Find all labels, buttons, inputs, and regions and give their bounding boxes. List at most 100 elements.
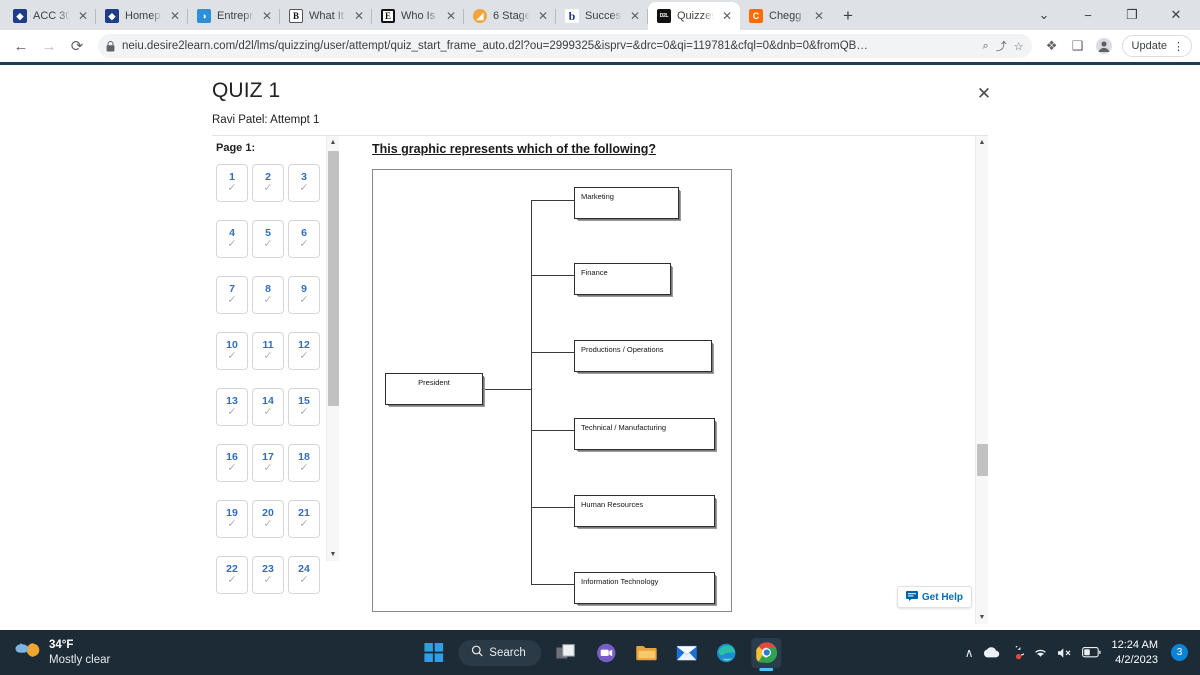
question-nav-item[interactable]: 12 ✓ xyxy=(288,332,320,371)
question-nav-item[interactable]: 20 ✓ xyxy=(252,500,284,539)
browser-tab[interactable]: C Chegg Sea ✕ xyxy=(740,2,832,30)
update-button[interactable]: Update ⋮ xyxy=(1121,35,1192,57)
edge-icon[interactable] xyxy=(712,638,742,668)
org-node-label: Finance xyxy=(581,268,608,278)
question-number: 10 xyxy=(226,338,238,351)
question-nav-panel: Page 1: 1 ✓ 2 ✓ 3 ✓ 4 ✓ 5 ✓ 6 ✓ 7 ✓ 8 ✓ 9 ✓ 10 ✓ 1… xyxy=(212,136,340,626)
scroll-down-icon[interactable]: ▼ xyxy=(327,548,340,561)
question-nav-item[interactable]: 1 ✓ xyxy=(216,164,248,203)
share-icon[interactable]: ⤴ xyxy=(996,38,1007,54)
question-nav-item[interactable]: 8 ✓ xyxy=(252,276,284,315)
scrollbar-track[interactable] xyxy=(976,149,989,611)
browser-tab[interactable]: ◆ Homepage ✕ xyxy=(96,2,188,30)
question-nav-item[interactable]: 4 ✓ xyxy=(216,220,248,259)
browser-toolbar: ← → ⟳ neiu.desire2learn.com/d2l/lms/quiz… xyxy=(0,30,1200,62)
browser-tab[interactable]: b Success Co ✕ xyxy=(556,2,648,30)
back-button[interactable]: ← xyxy=(8,33,34,59)
close-icon[interactable]: ✕ xyxy=(260,9,274,23)
close-icon[interactable]: ✕ xyxy=(628,9,642,23)
question-nav-item[interactable]: 14 ✓ xyxy=(252,388,284,427)
start-icon[interactable] xyxy=(418,638,448,668)
question-nav-item[interactable]: 15 ✓ xyxy=(288,388,320,427)
question-nav-item[interactable]: 11 ✓ xyxy=(252,332,284,371)
clock-widget[interactable]: 12:24 AM 4/2/2023 xyxy=(1112,638,1158,667)
weather-temperature: 34°F xyxy=(49,639,74,652)
search-button[interactable]: Search xyxy=(458,639,542,666)
question-nav-item[interactable]: 9 ✓ xyxy=(288,276,320,315)
question-nav-item[interactable]: 6 ✓ xyxy=(288,220,320,259)
browser-tab[interactable]: ◢ 6 Stages O ✕ xyxy=(464,2,556,30)
browser-tab[interactable]: E Who Is An ✕ xyxy=(372,2,464,30)
question-nav-item[interactable]: 2 ✓ xyxy=(252,164,284,203)
close-icon[interactable]: ✕ xyxy=(76,9,90,23)
onedrive-icon[interactable] xyxy=(983,647,1000,658)
page-scrollbar[interactable]: ▲ ▼ xyxy=(975,136,989,625)
chevron-down-icon[interactable]: ⌄ xyxy=(1022,0,1066,30)
question-nav-item[interactable]: 17 ✓ xyxy=(252,444,284,483)
bookmark-star-icon[interactable]: ☆ xyxy=(1014,40,1024,53)
get-help-button[interactable]: Get Help xyxy=(896,586,972,609)
wifi-icon[interactable] xyxy=(1033,647,1048,659)
search-icon[interactable]: ⌕ xyxy=(982,40,988,53)
question-nav-item[interactable]: 24 ✓ xyxy=(288,556,320,595)
minimize-button[interactable]: − xyxy=(1066,0,1110,30)
new-tab-button[interactable]: + xyxy=(834,2,862,30)
address-bar[interactable]: neiu.desire2learn.com/d2l/lms/quizzing/u… xyxy=(98,34,1032,58)
close-icon[interactable]: ✕ xyxy=(720,9,734,23)
maximize-button[interactable]: ❐ xyxy=(1110,0,1154,30)
question-number: 21 xyxy=(298,506,310,519)
check-icon: ✓ xyxy=(227,406,237,419)
close-icon[interactable]: ✕ xyxy=(352,9,366,23)
question-nav-item[interactable]: 22 ✓ xyxy=(216,556,248,595)
close-icon[interactable]: ✕ xyxy=(168,9,182,23)
mail-icon[interactable] xyxy=(672,638,702,668)
task-view-icon[interactable] xyxy=(552,638,582,668)
teams-icon[interactable] xyxy=(592,638,622,668)
connector-vertical-spine xyxy=(531,200,532,585)
scroll-down-icon[interactable]: ▼ xyxy=(976,611,989,624)
check-icon: ✓ xyxy=(227,294,237,307)
org-node-label: President xyxy=(418,378,450,388)
browser-tab[interactable]: ◆ ACC 305 S ✕ xyxy=(4,2,96,30)
question-nav-item[interactable]: 10 ✓ xyxy=(216,332,248,371)
update-label: Update xyxy=(1131,40,1167,52)
notification-badge[interactable]: 3 xyxy=(1171,644,1188,661)
browser-tab-active[interactable]: D2L Quizzes - ( ✕ xyxy=(648,2,740,30)
battery-icon[interactable] xyxy=(1081,647,1101,658)
chevron-up-icon[interactable]: ∧ xyxy=(965,646,974,660)
question-nav-item[interactable]: 3 ✓ xyxy=(288,164,320,203)
question-nav-item[interactable]: 16 ✓ xyxy=(216,444,248,483)
scrollbar-thumb[interactable] xyxy=(976,444,988,477)
close-quiz-icon[interactable]: ✕ xyxy=(973,83,995,105)
question-nav-item[interactable]: 13 ✓ xyxy=(216,388,248,427)
question-nav-item[interactable]: 18 ✓ xyxy=(288,444,320,483)
browser-tab[interactable]: ◑ Entreprene ✕ xyxy=(188,2,280,30)
question-nav-item[interactable]: 5 ✓ xyxy=(252,220,284,259)
scrollbar-track[interactable] xyxy=(327,149,340,548)
question-nav-item[interactable]: 19 ✓ xyxy=(216,500,248,539)
extensions-icon[interactable]: ❖ xyxy=(1040,34,1064,58)
question-nav-item[interactable]: 23 ✓ xyxy=(252,556,284,595)
weather-widget[interactable]: 34°F Mostly clear xyxy=(0,638,110,667)
question-nav-item[interactable]: 21 ✓ xyxy=(288,500,320,539)
profile-avatar-icon[interactable] xyxy=(1092,34,1116,58)
kebab-menu-icon[interactable]: ⋮ xyxy=(1170,40,1187,53)
scroll-up-icon[interactable]: ▲ xyxy=(327,136,340,149)
file-explorer-icon[interactable] xyxy=(632,638,662,668)
close-icon[interactable]: ✕ xyxy=(812,9,826,23)
scroll-up-icon[interactable]: ▲ xyxy=(976,136,989,149)
browser-tab[interactable]: B What It Me ✕ xyxy=(280,2,372,30)
forward-button[interactable]: → xyxy=(36,33,62,59)
question-nav-item[interactable]: 7 ✓ xyxy=(216,276,248,315)
close-icon[interactable]: ✕ xyxy=(536,9,550,23)
side-panel-icon[interactable]: ❑ xyxy=(1066,34,1090,58)
check-icon: ✓ xyxy=(263,350,273,363)
update-sync-icon[interactable] xyxy=(1009,645,1024,660)
volume-muted-icon[interactable] xyxy=(1057,647,1073,659)
close-window-button[interactable]: ✕ xyxy=(1154,0,1198,30)
scrollbar-thumb[interactable] xyxy=(327,151,339,407)
reload-button[interactable]: ⟳ xyxy=(64,33,90,59)
question-nav-scrollbar[interactable]: ▲ ▼ xyxy=(326,136,340,562)
close-icon[interactable]: ✕ xyxy=(444,9,458,23)
chrome-icon[interactable] xyxy=(751,637,782,668)
